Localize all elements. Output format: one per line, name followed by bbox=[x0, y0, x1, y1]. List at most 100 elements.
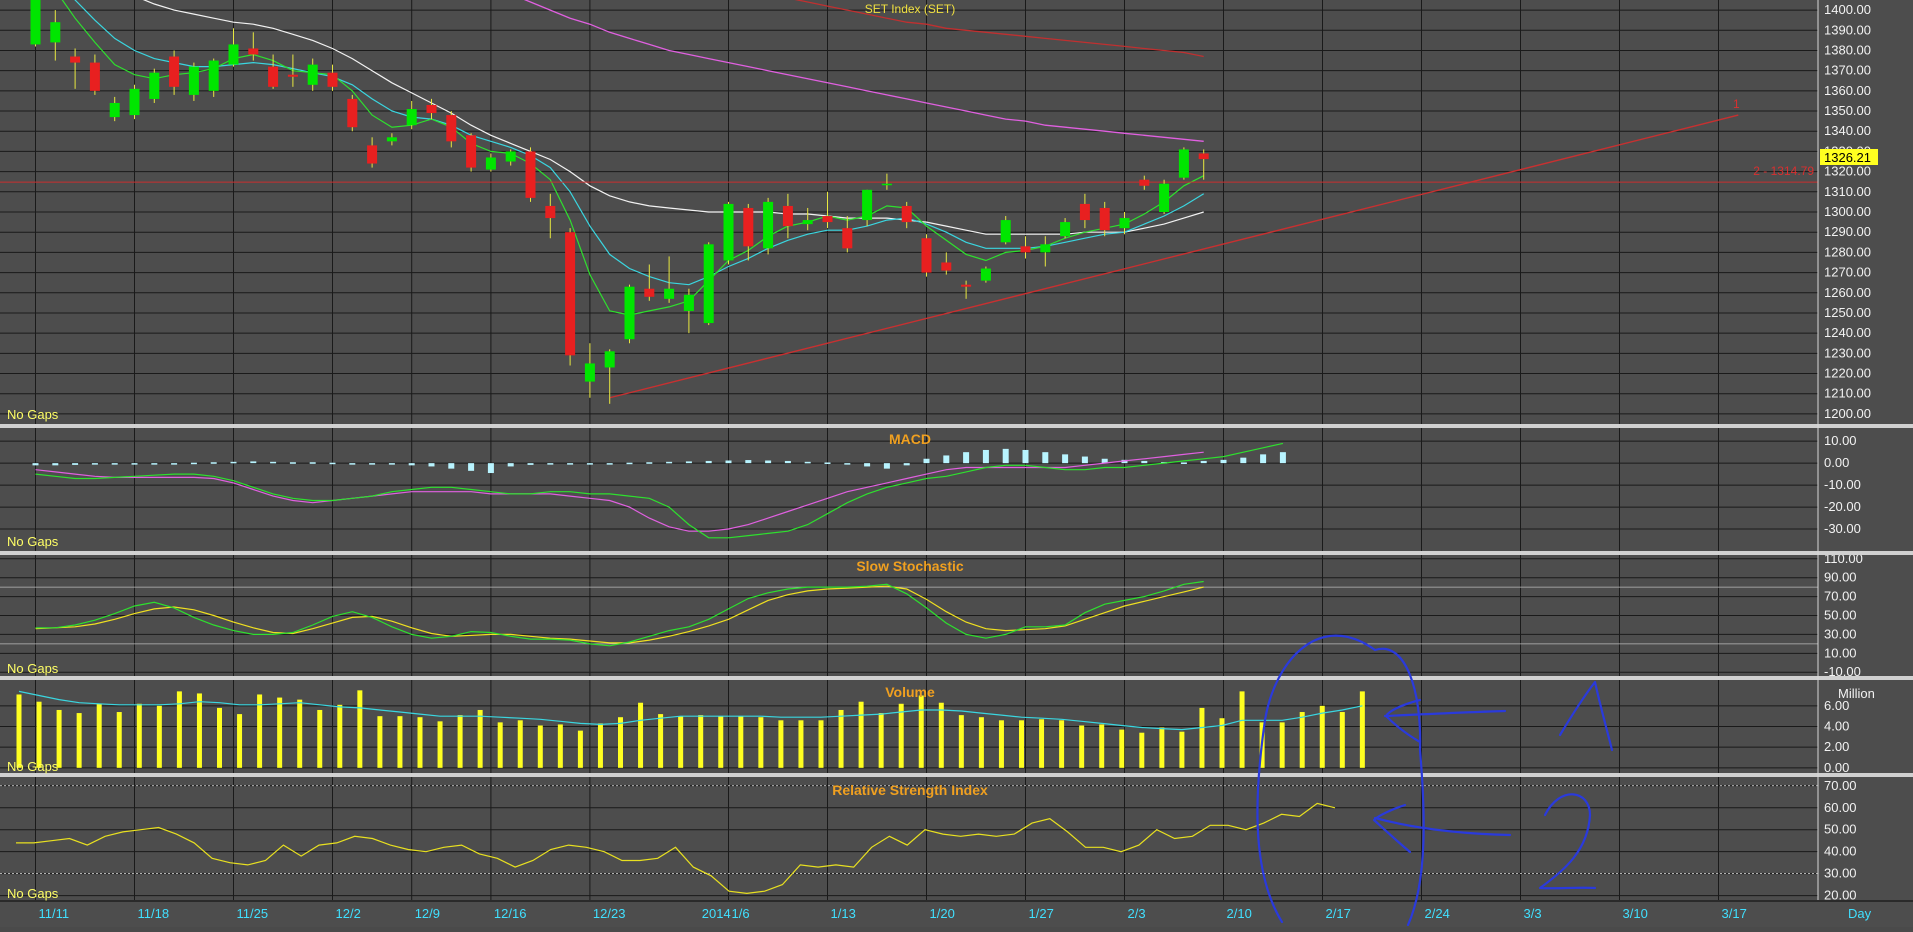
y-tick-label: 1380.00 bbox=[1824, 42, 1871, 57]
rsi-no-gaps-label: No Gaps bbox=[7, 886, 59, 901]
volume-bar bbox=[698, 715, 704, 768]
volume-bar bbox=[16, 694, 22, 768]
macd-histogram-bar bbox=[547, 463, 554, 465]
separator-volume-rsi[interactable] bbox=[0, 773, 1913, 777]
volume-bar bbox=[237, 714, 243, 768]
separator-stochastic-volume[interactable] bbox=[0, 676, 1913, 680]
y-tick-label: 1280.00 bbox=[1824, 244, 1871, 259]
candle-bearish bbox=[446, 115, 457, 142]
candle-bullish bbox=[386, 137, 397, 142]
rsi-line bbox=[16, 802, 1336, 895]
volume-bar bbox=[277, 697, 283, 768]
macd-histogram-bar bbox=[448, 463, 455, 469]
macd-histogram-bar bbox=[190, 462, 197, 465]
separator-price-macd[interactable] bbox=[0, 424, 1913, 428]
candle-bearish bbox=[287, 74, 298, 77]
y-tick-label: 40.00 bbox=[1824, 844, 1857, 859]
volume-bar bbox=[1079, 725, 1085, 768]
macd-histogram-bar bbox=[507, 463, 514, 467]
macd-histogram-bar bbox=[725, 460, 732, 464]
volume-bar bbox=[1139, 732, 1145, 768]
candle-bearish bbox=[1139, 179, 1150, 186]
macd-histogram-bar bbox=[72, 463, 79, 465]
date-tick-label: 12/2 bbox=[336, 906, 361, 921]
candle-bullish bbox=[406, 109, 417, 126]
volume-bar bbox=[317, 709, 323, 768]
candle-bearish bbox=[327, 72, 338, 87]
volume-bar bbox=[136, 703, 142, 768]
macd-histogram-bar bbox=[864, 463, 871, 467]
macd-histogram-bar bbox=[171, 463, 178, 465]
macd-histogram-bar bbox=[250, 461, 257, 464]
macd-histogram-bar bbox=[1180, 462, 1187, 464]
y-tick-label: -10.00 bbox=[1824, 477, 1861, 492]
y-tick-label: 1310.00 bbox=[1824, 184, 1871, 199]
volume-bar bbox=[1099, 724, 1105, 768]
date-tick-label: 2/17 bbox=[1326, 906, 1351, 921]
hand-drawn-arrow-lower bbox=[1372, 803, 1512, 854]
y-tick-label: 0.00 bbox=[1824, 760, 1849, 775]
volume-bar bbox=[838, 709, 844, 768]
trendline-label: 1 bbox=[1733, 97, 1740, 111]
macd-histogram-bar bbox=[903, 463, 910, 466]
macd-histogram-bar bbox=[309, 462, 316, 464]
macd-histogram-bar bbox=[784, 460, 791, 464]
candle-bearish bbox=[525, 151, 536, 198]
volume-bar bbox=[958, 715, 964, 768]
macd-histogram-bar bbox=[210, 462, 217, 464]
stochastic-no-gaps-label: No Gaps bbox=[7, 661, 59, 676]
volume-panel-title: Volume bbox=[885, 684, 935, 700]
stock-chart: 11/11 11/18 11/25 12/2 12/9 12/16 12/23 2014 1/6… bbox=[0, 0, 1913, 927]
candle-bullish bbox=[1000, 220, 1011, 243]
candle-bullish bbox=[129, 88, 140, 116]
macd-histogram-bar bbox=[606, 463, 613, 465]
candle-bearish bbox=[961, 284, 972, 287]
macd-histogram-bar bbox=[52, 463, 59, 466]
volume-bar bbox=[638, 702, 644, 768]
candle-bearish bbox=[1198, 153, 1209, 160]
date-tick-label: 11/25 bbox=[237, 906, 269, 921]
candle-bearish bbox=[545, 205, 556, 219]
volume-bar bbox=[758, 717, 764, 768]
volume-bar bbox=[537, 725, 543, 768]
candle-bullish bbox=[862, 189, 873, 221]
volume-bar bbox=[878, 713, 884, 768]
y-tick-label: 50.00 bbox=[1824, 608, 1857, 623]
macd-histogram-bar bbox=[527, 463, 534, 465]
support-trendline bbox=[609, 114, 1739, 399]
y-tick-label: 1200.00 bbox=[1824, 406, 1871, 421]
volume-bar bbox=[337, 704, 343, 768]
macd-histogram-bar bbox=[844, 463, 851, 465]
date-tick-label: 1/6 bbox=[732, 906, 750, 921]
y-tick-label: 1270.00 bbox=[1824, 265, 1871, 280]
y-tick-label: 4.00 bbox=[1824, 719, 1849, 734]
volume-bar bbox=[76, 713, 82, 768]
macd-histogram-bar bbox=[1240, 457, 1247, 464]
volume-bar bbox=[417, 717, 423, 768]
volume-bar bbox=[978, 717, 984, 768]
candle-bearish bbox=[248, 48, 259, 55]
no-gaps-labels: No Gaps No Gaps No Gaps No Gaps No Gaps bbox=[7, 407, 59, 901]
macd-histogram-bar bbox=[468, 463, 475, 471]
macd-histogram-bar bbox=[487, 463, 494, 474]
volume-bar bbox=[718, 716, 724, 768]
macd-histogram-bar bbox=[943, 455, 950, 464]
candle-bullish bbox=[980, 268, 991, 281]
period-label: Day bbox=[1848, 906, 1872, 921]
candle-bearish bbox=[89, 62, 100, 91]
candle-bearish bbox=[169, 56, 180, 87]
macd-histogram-bar bbox=[626, 462, 633, 465]
separator-macd-stochastic[interactable] bbox=[0, 551, 1913, 555]
date-tick-label: 12/16 bbox=[494, 906, 527, 921]
volume-bar bbox=[437, 721, 443, 768]
macd-histogram-bar bbox=[428, 463, 435, 467]
date-tick-label: 2/24 bbox=[1425, 906, 1450, 921]
y-tick-label: 60.00 bbox=[1824, 800, 1857, 815]
volume-bar bbox=[457, 715, 463, 768]
volume-bar bbox=[1339, 712, 1345, 768]
volume-bar bbox=[1299, 712, 1305, 768]
y-tick-label: 1350.00 bbox=[1824, 103, 1871, 118]
volume-bar bbox=[517, 720, 523, 768]
mid-moving-average-line bbox=[74, 0, 1205, 286]
candle-bullish bbox=[624, 286, 635, 340]
